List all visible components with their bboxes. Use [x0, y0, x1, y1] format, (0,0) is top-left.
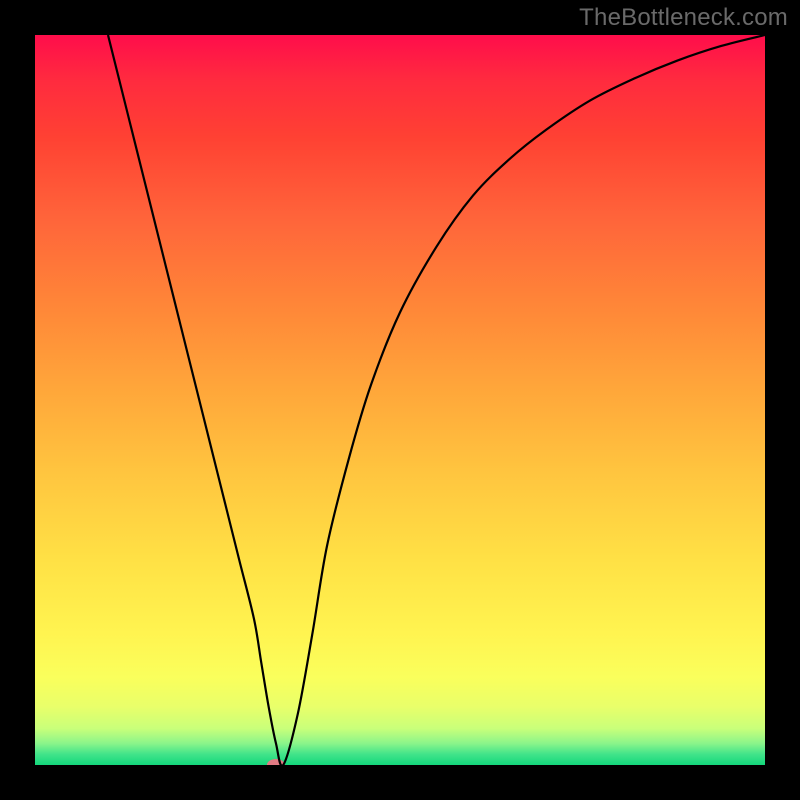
plot-area — [35, 35, 765, 765]
v-curve — [108, 35, 765, 765]
minimum-marker — [267, 759, 285, 765]
watermark-text: TheBottleneck.com — [579, 4, 788, 32]
curve-svg — [35, 35, 765, 765]
chart-frame: TheBottleneck.com — [0, 0, 800, 800]
